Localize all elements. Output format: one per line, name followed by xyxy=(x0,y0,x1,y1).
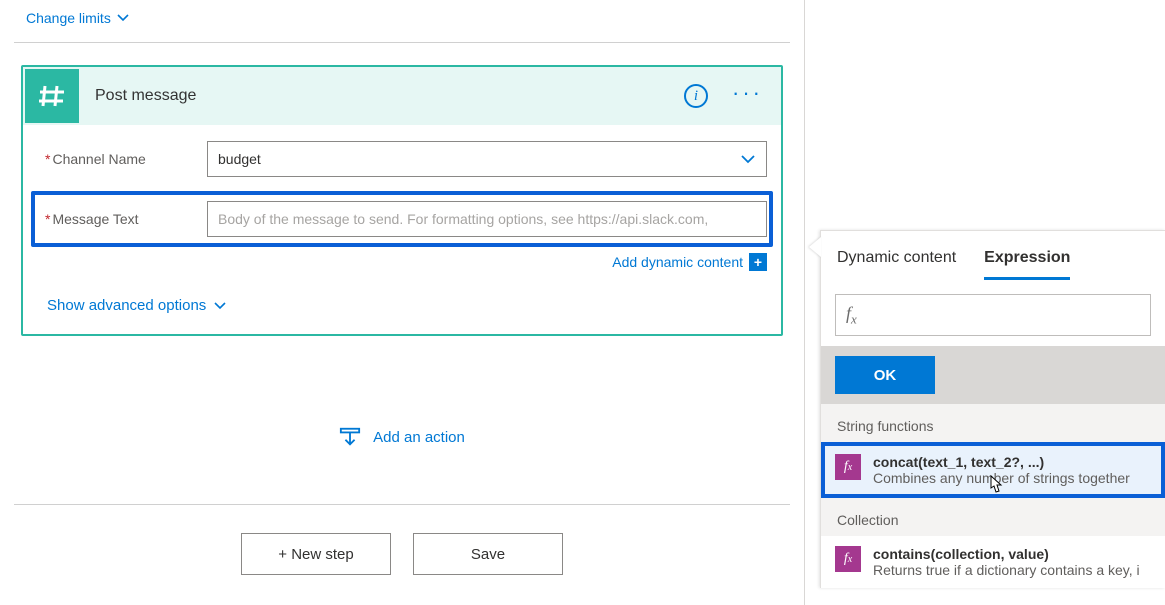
message-text-row: *Message Text Body of the message to sen… xyxy=(31,191,773,247)
divider xyxy=(14,504,790,505)
chevron-down-icon xyxy=(740,151,756,167)
divider xyxy=(14,42,790,43)
advanced-options-label: Show advanced options xyxy=(47,297,206,314)
function-signature: contains(collection, value) xyxy=(873,546,1151,562)
save-button[interactable]: Save xyxy=(413,533,563,575)
more-menu-icon[interactable]: ··· xyxy=(732,88,763,104)
fx-badge-icon: fx xyxy=(835,546,861,572)
function-text: concat(text_1, text_2?, ...) Combines an… xyxy=(873,454,1151,486)
channel-name-label: *Channel Name xyxy=(37,151,207,167)
channel-name-value: budget xyxy=(218,151,261,167)
message-text-placeholder: Body of the message to send. For formatt… xyxy=(218,211,708,227)
main-canvas: Change limits Post message i ··· xyxy=(0,0,804,605)
change-limits-label: Change limits xyxy=(26,10,111,26)
function-concat[interactable]: fx concat(text_1, text_2?, ...) Combines… xyxy=(821,442,1165,498)
fx-icon: fx xyxy=(846,303,857,328)
function-signature: concat(text_1, text_2?, ...) xyxy=(873,454,1151,470)
required-star: * xyxy=(45,211,50,227)
flyout-tabs: Dynamic content Expression xyxy=(821,231,1165,280)
change-limits-link[interactable]: Change limits xyxy=(26,10,129,26)
add-action-label: Add an action xyxy=(373,429,465,446)
card-header[interactable]: Post message i ··· xyxy=(23,67,781,125)
function-contains[interactable]: fx contains(collection, value) Returns t… xyxy=(821,536,1165,588)
expression-flyout: Dynamic content Expression fx OK String … xyxy=(820,230,1165,588)
function-text: contains(collection, value) Returns true… xyxy=(873,546,1151,578)
add-action-button[interactable]: Add an action xyxy=(14,426,790,448)
ok-button[interactable]: OK xyxy=(835,356,935,394)
message-text-input[interactable]: Body of the message to send. For formatt… xyxy=(207,201,767,237)
add-dynamic-content-link[interactable]: Add dynamic content + xyxy=(37,253,767,271)
function-description: Combines any number of strings together xyxy=(873,470,1151,486)
section-string-functions: String functions xyxy=(821,404,1165,442)
footer-buttons: + New step Save xyxy=(14,533,790,575)
section-collection: Collection xyxy=(821,498,1165,536)
vertical-divider xyxy=(804,0,805,605)
fx-badge-icon: fx xyxy=(835,454,861,480)
new-step-button[interactable]: + New step xyxy=(241,533,391,575)
required-star: * xyxy=(45,151,50,167)
card-title: Post message xyxy=(95,87,670,105)
chevron-down-icon xyxy=(117,12,129,24)
channel-name-select[interactable]: budget xyxy=(207,141,767,177)
expression-input[interactable]: fx xyxy=(835,294,1151,336)
slack-hash-icon xyxy=(25,69,79,123)
chevron-down-icon xyxy=(214,300,226,312)
plus-icon: + xyxy=(749,253,767,271)
add-dynamic-content-label: Add dynamic content xyxy=(612,254,743,270)
tab-dynamic-content[interactable]: Dynamic content xyxy=(837,249,956,280)
channel-name-row: *Channel Name budget xyxy=(37,141,767,177)
add-action-icon xyxy=(339,426,361,448)
tab-expression[interactable]: Expression xyxy=(984,249,1070,280)
ok-bar: OK xyxy=(821,346,1165,404)
card-body: *Channel Name budget *Message Text Body … xyxy=(23,125,781,334)
info-icon[interactable]: i xyxy=(684,84,708,108)
function-description: Returns true if a dictionary contains a … xyxy=(873,562,1151,578)
message-text-label: *Message Text xyxy=(37,211,207,227)
show-advanced-options-link[interactable]: Show advanced options xyxy=(47,297,226,314)
post-message-card: Post message i ··· *Channel Name budget … xyxy=(21,65,783,336)
